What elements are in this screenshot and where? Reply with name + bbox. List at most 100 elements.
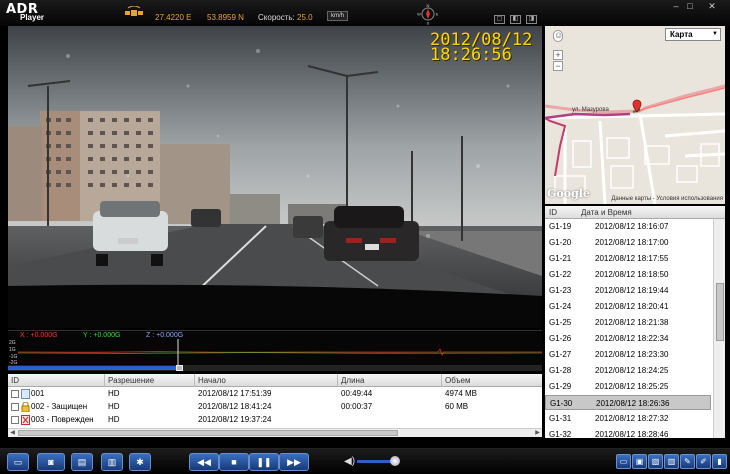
gps-datetime: 2012/08/12 18:23:30	[595, 350, 669, 359]
layout-icon[interactable]: ▭	[616, 454, 631, 469]
file-table: ID Разрешение Начало Длина Объем 001 HD …	[8, 374, 542, 437]
list-item[interactable]: G1-20 2012/08/12 18:17:00	[545, 235, 711, 250]
compass-w: W	[417, 12, 421, 17]
gps-list-vscrollbar[interactable]	[713, 219, 725, 438]
snapshot-camera-icon[interactable]: ◙	[37, 453, 65, 471]
speed-value: 25.0	[297, 13, 313, 22]
maximize-button[interactable]: □	[684, 2, 696, 11]
video-icon	[21, 389, 30, 399]
save-file-icon[interactable]: ▤	[71, 453, 93, 471]
list-item[interactable]: G1-21 2012/08/12 18:17:55	[545, 251, 711, 266]
row-checkbox[interactable]	[11, 390, 19, 398]
list-item[interactable]: G1-30 2012/08/12 18:26:36	[545, 395, 711, 410]
gps-datetime: 2012/08/12 18:17:00	[595, 238, 669, 247]
list-item[interactable]: G1-19 2012/08/12 18:16:07	[545, 219, 711, 234]
table-row[interactable]: 003 - Поврежден HD 2012/08/12 19:37:24	[8, 414, 542, 426]
gps-datetime: 2012/08/12 18:28:46	[595, 430, 669, 438]
gps-list: ID Дата и Время G1-19 2012/08/12 18:16:07…	[545, 206, 725, 438]
list-item[interactable]: G1-23 2012/08/12 18:19:44	[545, 283, 711, 298]
stop-button[interactable]: ■	[219, 453, 249, 471]
row-checkbox[interactable]	[11, 403, 19, 411]
col-size[interactable]: Объем	[445, 376, 471, 385]
gsensor-icon[interactable]: ▥	[664, 454, 679, 469]
gps-id: G1-28	[549, 366, 572, 375]
gps-datetime: 2012/08/12 18:19:44	[595, 286, 669, 295]
list-item[interactable]: G1-29 2012/08/12 18:25:25	[545, 379, 711, 394]
settings-gear-icon[interactable]: ✱	[129, 453, 151, 471]
zoom-out-button[interactable]: −	[553, 61, 563, 71]
satellite-icon	[125, 6, 143, 16]
gps-datetime: 2012/08/12 18:21:38	[595, 318, 669, 327]
col-start[interactable]: Начало	[198, 376, 226, 385]
view-single-icon[interactable]: ▢	[494, 15, 505, 24]
col-resolution[interactable]: Разрешение	[108, 376, 154, 385]
timeline-handle[interactable]	[175, 365, 183, 371]
info-icon[interactable]: ▮	[712, 454, 727, 469]
lock-icon	[21, 402, 30, 412]
scroll-thumb[interactable]	[18, 430, 398, 436]
gps-id: G1-29	[549, 382, 572, 391]
gps-datetime: 2012/08/12 18:22:34	[595, 334, 669, 343]
volume-knob[interactable]	[390, 456, 401, 466]
gps-id: G1-25	[549, 318, 572, 327]
list-item[interactable]: G1-26 2012/08/12 18:22:34	[545, 331, 711, 346]
col-length[interactable]: Длина	[341, 376, 364, 385]
gps-datetime: 2012/08/12 18:25:25	[595, 382, 669, 391]
video-view[interactable]: 2012/08/12 18:26:56	[8, 26, 542, 328]
map-icon[interactable]: ▧	[648, 454, 663, 469]
edit-icon[interactable]: ✐	[696, 454, 711, 469]
col-id[interactable]: ID	[11, 376, 19, 385]
minimize-button[interactable]: –	[670, 2, 682, 11]
gps-datetime: 2012/08/12 18:16:07	[595, 222, 669, 231]
pause-button[interactable]: ❚❚	[249, 453, 279, 471]
table-row[interactable]: 001 HD 2012/08/12 17:51:39 00:49:44 4974…	[8, 388, 542, 400]
gps-id: G1-27	[549, 350, 572, 359]
list-item[interactable]: G1-28 2012/08/12 18:24:25	[545, 363, 711, 378]
screen-icon[interactable]: ▣	[632, 454, 647, 469]
gsensor-plot	[17, 339, 542, 367]
gps-id: G1-26	[549, 334, 572, 343]
gps-datetime: 2012/08/12 18:18:50	[595, 270, 669, 279]
street-view-icon[interactable]: ☺	[553, 30, 563, 42]
gps-list-header: ID Дата и Время	[545, 206, 725, 219]
close-button[interactable]: ✕	[706, 2, 718, 11]
title-bar: ADR Player 27.4220 E 53.8959 N Скорость:…	[0, 0, 730, 26]
app-logo-sub: Player	[20, 13, 45, 22]
table-row[interactable]: 002 - Защищен HD 2012/08/12 18:41:24 00:…	[8, 401, 542, 413]
list-item[interactable]: G1-24 2012/08/12 18:20:41	[545, 299, 711, 314]
rewind-button[interactable]: ◀◀	[189, 453, 219, 471]
view-full-icon[interactable]: ◨	[526, 15, 537, 24]
view-split-icon[interactable]: ◧	[510, 15, 521, 24]
gps-datetime: 2012/08/12 18:27:32	[595, 414, 669, 423]
speed-unit-button[interactable]: km/h	[327, 11, 349, 21]
list-item[interactable]: G1-31 2012/08/12 18:27:32	[545, 411, 711, 426]
scroll-left-icon[interactable]: ◀	[8, 429, 17, 437]
longitude: 27.4220 E	[155, 13, 192, 22]
gps-datetime: 2012/08/12 18:26:36	[596, 399, 670, 408]
volume-icon[interactable]: ◀)	[344, 456, 356, 468]
playback-timeline[interactable]	[8, 365, 542, 371]
map-view[interactable]: ☺ + − Карта ▼ ул. Мазурова Google Данные…	[545, 26, 725, 204]
street-label: ул. Мазурова	[572, 107, 609, 113]
list-item[interactable]: G1-27 2012/08/12 18:23:30	[545, 347, 711, 362]
delete-trash-icon[interactable]: ▥	[101, 453, 123, 471]
tools-icon[interactable]: ✎	[680, 454, 695, 469]
fast-forward-button[interactable]: ▶▶	[279, 453, 309, 471]
list-item[interactable]: G1-25 2012/08/12 18:21:38	[545, 315, 711, 330]
col-gps-datetime[interactable]: Дата и Время	[581, 208, 632, 217]
compass-s: S	[427, 21, 430, 26]
file-table-hscrollbar[interactable]: ◀ ▶	[8, 428, 542, 437]
file-table-header: ID Разрешение Начало Длина Объем	[8, 374, 542, 387]
list-item[interactable]: G1-32 2012/08/12 18:28:46	[545, 427, 711, 438]
row-checkbox[interactable]	[11, 416, 19, 424]
list-item[interactable]: G1-22 2012/08/12 18:18:50	[545, 267, 711, 282]
scroll-right-icon[interactable]: ▶	[533, 429, 542, 437]
zoom-in-button[interactable]: +	[553, 50, 563, 60]
scroll-thumb[interactable]	[716, 283, 724, 341]
open-folder-icon[interactable]: ▭	[7, 453, 29, 471]
map-terms-link[interactable]: Данные карты - Условия использования	[611, 196, 723, 202]
col-gps-id[interactable]: ID	[549, 208, 557, 217]
map-type-select[interactable]: Карта ▼	[665, 28, 721, 41]
timeline-progress	[8, 366, 179, 370]
video-frame	[8, 26, 542, 328]
